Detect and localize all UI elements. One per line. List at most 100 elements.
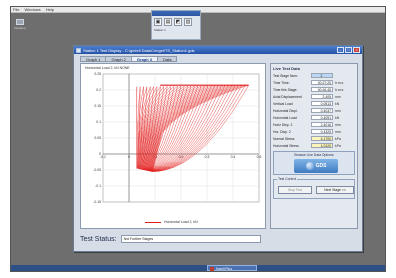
app-taskbar-icon [210, 267, 214, 271]
status-label: Test Status: [80, 235, 117, 243]
data-row-label: Horizontal Load [273, 115, 297, 120]
data-row-label: Horizontal Displ. [273, 108, 298, 113]
app-icon [76, 47, 81, 53]
next-stage-button[interactable]: Next Stage >> [316, 186, 354, 194]
maximize-button[interactable]: □ [345, 47, 352, 53]
test-control-group: Test Control Stop Test Next Stage >> [273, 177, 355, 199]
data-row-unit: kPa [335, 136, 341, 141]
y-tick-label: 0.1 [96, 120, 101, 124]
data-row-unit: h:m:s [335, 87, 344, 92]
data-row: Horizontal Stress 1.0120 kPa [273, 142, 355, 149]
toolbar-window: ▣ ▤ ◩ ▥ Station 1 [151, 10, 201, 40]
data-row-value: 0.0513 [311, 100, 333, 107]
desktop-shortcut[interactable]: Desktop [13, 19, 27, 35]
close-button[interactable]: × [353, 47, 360, 53]
data-row-value: 2.4016 [311, 121, 333, 128]
taskbar-item[interactable]: Kamil Plus [207, 265, 257, 271]
tab-graph-3[interactable]: Graph 3 [130, 56, 159, 62]
x-tick-label: 0.3 [205, 155, 210, 159]
data-row-label: Hor. Disp. 2 [273, 129, 291, 134]
data-row: Time Time: 00:27:25 h:m:s [273, 79, 355, 86]
data-row-value: 2.405 [311, 93, 333, 100]
data-rows: Test Stage Num: 2 Time Time: 00:27:25 h:m:s T… [273, 72, 355, 149]
info-button[interactable]: ▥ [184, 18, 192, 26]
info-icon: ▥ [185, 19, 191, 25]
data-row-label: Normal Stress [273, 136, 295, 141]
stop-test-button[interactable]: Stop Test [278, 186, 312, 194]
data-row-value: 00:16:45 [311, 86, 333, 93]
status-row: Test Status: Not Further Stages [80, 232, 358, 246]
save-button[interactable]: ▣ [154, 18, 162, 26]
data-row-unit: mm [335, 129, 341, 134]
x-tick-label: 0.5 [257, 155, 262, 159]
data-row: Horizontal Load 0.4051 kN [273, 114, 355, 121]
data-row-value: 0.4037 [311, 107, 333, 114]
legend-label: Horizontal Load 2, kN [164, 220, 198, 224]
data-row: Time this Stage: 00:16:45 h:m:s [273, 86, 355, 93]
desktop-shortcut-label: Desktop [14, 26, 26, 30]
legend-swatch [145, 221, 161, 223]
status-value: Not Further Stages [120, 235, 261, 243]
print-button[interactable]: ▤ [164, 18, 172, 26]
x-tick-label: -0.1 [100, 155, 106, 159]
test-display-window: Station 1 Test Display - C:\gintell Data… [73, 45, 363, 252]
data-row-unit: mm [335, 122, 341, 127]
data-row-label: Axial Displacement [273, 94, 302, 99]
globe-icon [305, 162, 314, 170]
data-row-label: Time Time: [273, 80, 290, 85]
data-row-unit: h:m:s [335, 80, 344, 85]
live-data-panel: Live Test Data Test Stage Num: 2 Time Time… [270, 63, 358, 229]
gds-logo-button[interactable]: GDS [294, 159, 338, 173]
plot-area: 0.250.20.150.10.050-0.05-0.1-0.15-0.100.… [93, 72, 262, 204]
tab-graph-2[interactable]: Graph 2 [105, 56, 132, 62]
data-row-label: Vertical Load [273, 101, 293, 106]
data-row-value: 00:27:25 [311, 79, 333, 86]
taskbar-item-label: Kamil Plus [216, 267, 233, 271]
y-tick-label: 0.25 [94, 72, 101, 76]
data-row: Normal Stress 4.1700 kPa [273, 135, 355, 142]
data-row-value: 4.1700 [311, 135, 333, 142]
graph-legend: Horizontal Load 2, kN [145, 220, 198, 224]
graph-panel: Horizontal Load 2, kN NONE 0.25 0.2 0.15 0.… [80, 63, 266, 229]
y-tick-label: -0.1 [95, 184, 101, 188]
data-row: Hor. Disp. 2 0.4325 mm [273, 128, 355, 135]
data-row-unit: kN [335, 115, 340, 120]
data-row: Horiz Disp. 2 2.4016 mm [273, 121, 355, 128]
print-icon: ▤ [165, 19, 171, 25]
window-titlebar[interactable]: Station 1 Test Display - C:\gintell Data… [74, 46, 362, 54]
data-row-value: 0.4325 [311, 128, 333, 135]
data-row-label: Time this Stage: [273, 87, 298, 92]
data-row-value: 1.0120 [311, 142, 333, 149]
y-tick-label: -0.05 [93, 168, 101, 172]
data-row: Test Stage Num: 2 [273, 72, 355, 79]
save-icon: ▣ [155, 19, 161, 25]
data-row-label: Horizontal Stress [273, 143, 299, 148]
data-row-value: 0.4051 [311, 114, 333, 121]
toolbar-label: Station 1 [154, 28, 166, 32]
menu-windows[interactable]: Windows [24, 7, 40, 12]
menu-file[interactable]: File [13, 7, 19, 12]
data-row-value: 2 [311, 72, 333, 79]
computer-icon [16, 19, 24, 25]
browse-options: Browse Live Data Options GDS [273, 151, 355, 175]
host-application: File Windows Help Desktop ▣ ▤ ◩ ▥ Statio… [10, 6, 386, 272]
data-row-unit: mm [335, 108, 341, 113]
data-row: Horizontal Displ. 0.4037 mm [273, 107, 355, 114]
minimize-button[interactable]: – [337, 47, 344, 53]
window-title: Station 1 Test Display - C:\gintell Data… [83, 47, 195, 53]
data-row: Vertical Load 0.0513 kN [273, 100, 355, 107]
x-tick-label: 0.4 [231, 155, 236, 159]
y-tick-label: 0.05 [94, 136, 101, 140]
graph-button[interactable]: ◩ [174, 18, 182, 26]
logo-text: GDS [315, 163, 327, 169]
graph-icon: ◩ [175, 19, 181, 25]
menu-help[interactable]: Help [46, 7, 54, 12]
data-row-unit: kN [335, 101, 340, 106]
data-row-label: Test Stage Num: [273, 73, 299, 78]
live-data-title: Live Test Data [273, 66, 300, 71]
y-tick-label: 0.2 [96, 88, 101, 92]
data-row: Axial Displacement 2.405 mm [273, 93, 355, 100]
tab-graph-1[interactable]: Graph 1 [80, 56, 107, 62]
browse-label: Browse Live Data Options [294, 153, 334, 157]
tab-data[interactable]: Data [157, 56, 178, 62]
